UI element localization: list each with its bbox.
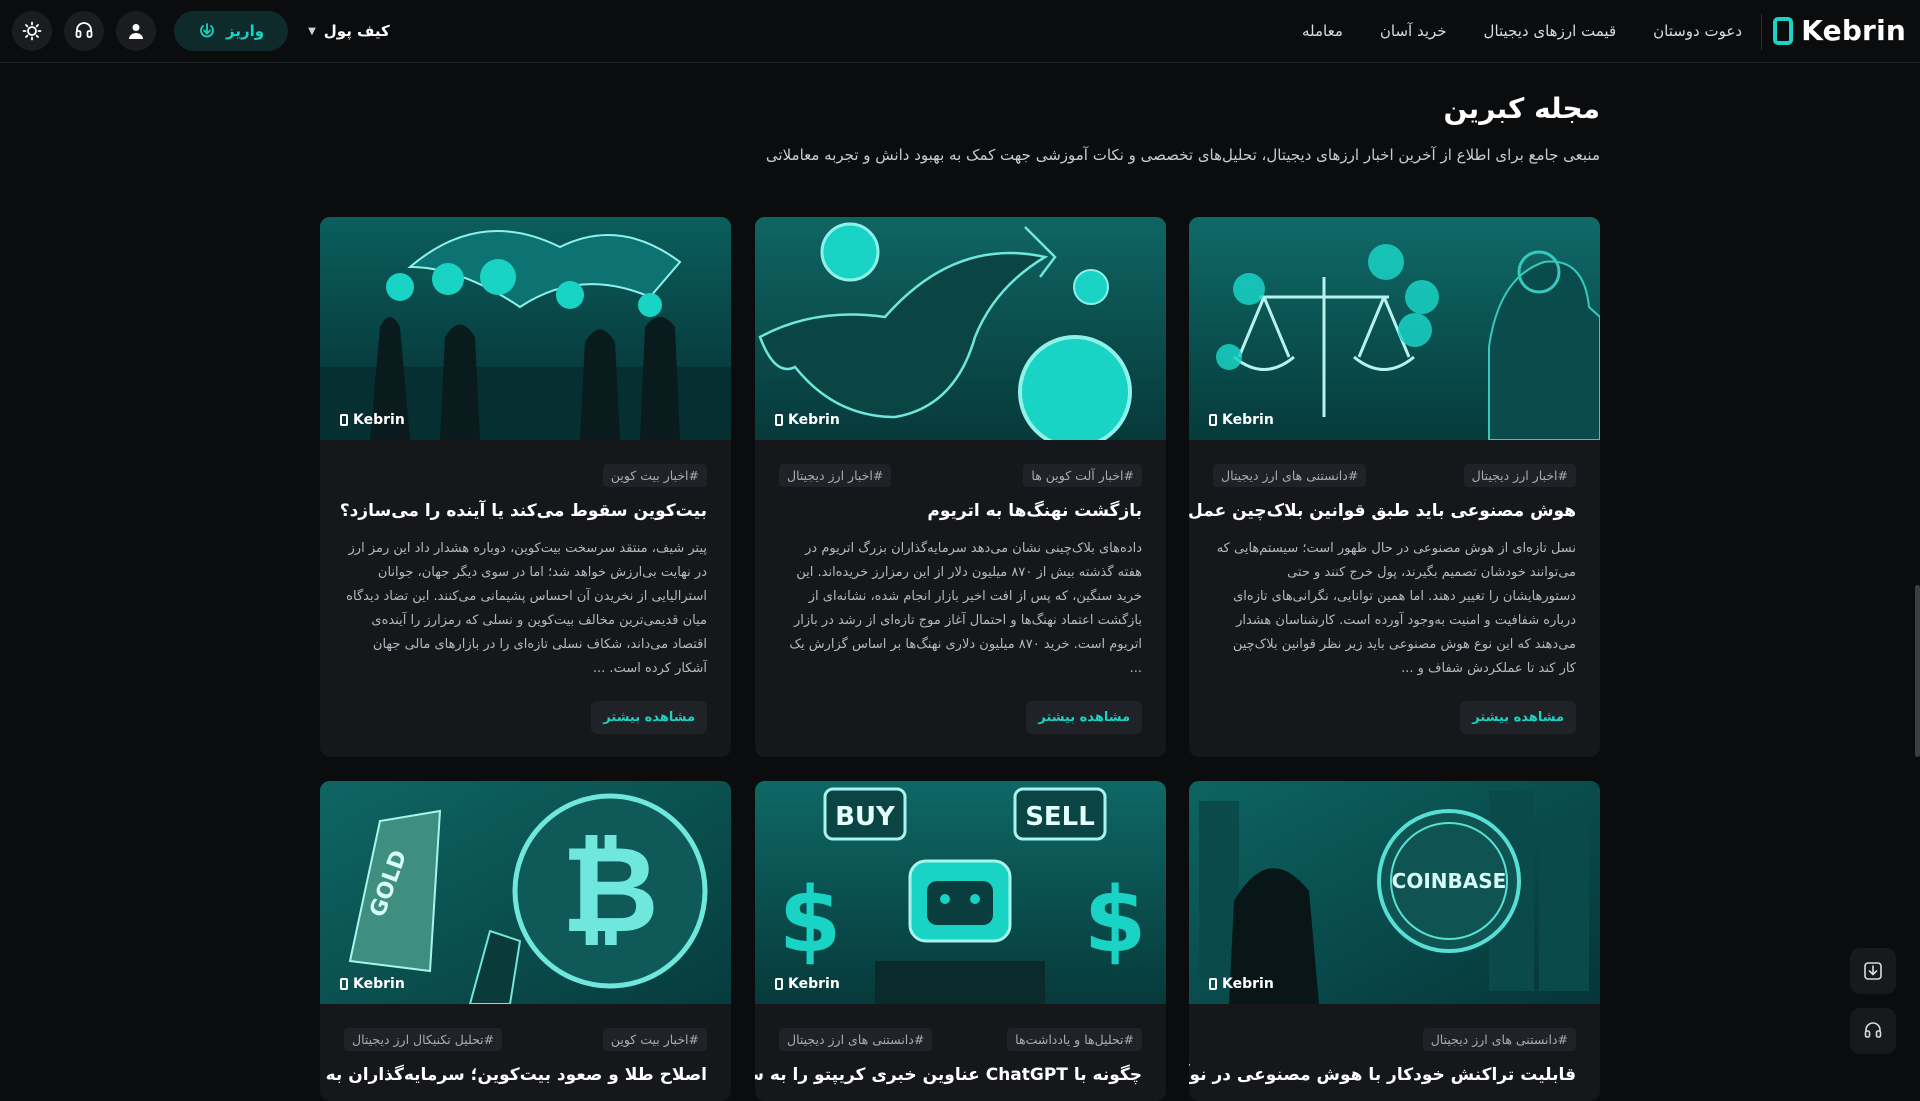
- article-card[interactable]: COINBASE Kebrin #دانستنی های ارز دیجیتال…: [1189, 781, 1600, 1101]
- article-card[interactable]: Kebrin #اخبار ارز دیجیتال #دانستنی های ا…: [1189, 217, 1600, 757]
- top-navigation-bar: Kebrin معامله خرید آسان قیمت ارزهای دیجی…: [0, 0, 1920, 63]
- main-nav: معامله خرید آسان قیمت ارزهای دیجیتال دعو…: [1302, 0, 1742, 62]
- article-excerpt: پیتر شیف، منتقد سرسخت بیت‌کوین، دوباره ه…: [346, 541, 707, 676]
- nav-divider: [1761, 14, 1762, 50]
- account-button[interactable]: [116, 11, 156, 51]
- read-more-button[interactable]: مشاهده بیشتر: [591, 701, 707, 734]
- article-image[interactable]: Kebrin: [1189, 217, 1600, 440]
- tag-list: #تحلیل‌ها و یادداشت‌ها #دانستنی های ارز …: [779, 1028, 1142, 1051]
- tag[interactable]: #اخبار ارز دیجیتال: [1463, 464, 1576, 487]
- svg-text:$: $: [779, 868, 842, 973]
- brand-mark-icon: [775, 414, 783, 426]
- download-icon: [200, 23, 214, 38]
- tag[interactable]: #دانستنی های ارز دیجیتال: [1422, 1028, 1576, 1051]
- tag-list: #دانستنی های ارز دیجیتال: [1213, 1028, 1576, 1051]
- article-image[interactable]: GOLD ₿ Kebrin: [320, 781, 731, 1004]
- article-image[interactable]: COINBASE Kebrin: [1189, 781, 1600, 1004]
- image-brand-text: Kebrin: [353, 976, 405, 992]
- image-brand-watermark: Kebrin: [775, 412, 840, 428]
- tag[interactable]: #دانستنی های ارز دیجیتال: [779, 1028, 933, 1051]
- image-brand-watermark: Kebrin: [775, 976, 840, 992]
- deposit-label: واریز: [226, 22, 265, 40]
- tag-list: #اخبار ارز دیجیتال #دانستنی های ارز دیجی…: [1213, 464, 1576, 487]
- user-icon: [129, 24, 143, 39]
- read-more-button[interactable]: مشاهده بیشتر: [1460, 701, 1576, 734]
- image-brand-watermark: Kebrin: [340, 976, 405, 992]
- image-brand-text: Kebrin: [788, 976, 840, 992]
- brand-mark-icon: [1209, 978, 1217, 990]
- tag[interactable]: #اخبار بیت کوین: [602, 464, 707, 487]
- buy-sign-text: BUY: [835, 802, 896, 832]
- logo-mark-icon: [1773, 16, 1794, 45]
- image-brand-watermark: Kebrin: [340, 412, 405, 428]
- article-title[interactable]: اصلاح طلا و صعود بیت‌کوین؛ سرمایه‌گذاران…: [320, 1065, 707, 1085]
- article-title[interactable]: بازگشت نهنگ‌ها به اتریوم: [779, 501, 1142, 521]
- deposit-button[interactable]: واریز: [174, 11, 289, 51]
- brand-mark-icon: [340, 978, 348, 990]
- image-brand-text: Kebrin: [1222, 412, 1274, 428]
- svg-text:₿: ₿: [561, 821, 659, 960]
- read-more-button[interactable]: مشاهده بیشتر: [1026, 701, 1142, 734]
- article-image[interactable]: Kebrin: [755, 217, 1166, 440]
- article-image[interactable]: Kebrin: [320, 217, 731, 440]
- image-brand-watermark: Kebrin: [1209, 976, 1274, 992]
- article-title[interactable]: چگونه با ChatGPT عناوین خبری کریپتو را ب…: [755, 1065, 1142, 1085]
- brand-mark-icon: [1209, 414, 1217, 426]
- image-brand-text: Kebrin: [353, 412, 405, 428]
- image-brand-text: Kebrin: [1222, 976, 1274, 992]
- header-controls: واریز کیف پول ▼: [12, 11, 390, 51]
- sell-sign-text: SELL: [1025, 802, 1095, 832]
- tag-list: #اخبار بیت کوین: [344, 464, 707, 487]
- tag[interactable]: #اخبار آلت کوین ها: [1023, 464, 1142, 487]
- tag[interactable]: #تحلیل‌ها و یادداشت‌ها: [1007, 1028, 1142, 1051]
- support-button[interactable]: [64, 11, 104, 51]
- tag[interactable]: #دانستنی های ارز دیجیتال: [1213, 464, 1367, 487]
- article-excerpt: نسل تازه‌ای از هوش مصنوعی در حال ظهور اس…: [1216, 541, 1576, 676]
- tag[interactable]: #اخبار بیت کوین: [602, 1028, 707, 1051]
- wallet-dropdown[interactable]: کیف پول ▼: [308, 22, 390, 40]
- tag[interactable]: #اخبار ارز دیجیتال: [779, 464, 892, 487]
- article-image[interactable]: BUY SELL $ $ Kebrin: [755, 781, 1166, 1004]
- headset-icon: [75, 22, 93, 38]
- svg-text:$: $: [1084, 868, 1147, 973]
- article-title[interactable]: بیت‌کوین سقوط می‌کند یا آینده را می‌سازد…: [340, 501, 707, 521]
- wallet-label: کیف پول: [323, 22, 390, 40]
- article-card[interactable]: GOLD ₿ Kebrin #اخبار بیت کوین #تحلیل تکن…: [320, 781, 731, 1101]
- article-excerpt: داده‌های بلاک‌چینی نشان می‌دهد سرمایه‌گذ…: [789, 541, 1142, 676]
- tag-list: #اخبار بیت کوین #تحلیل تکنیکال ارز دیجیت…: [344, 1028, 707, 1051]
- app-download-button[interactable]: [1850, 948, 1896, 994]
- page-title: مجله کبرین: [1443, 92, 1600, 125]
- article-card[interactable]: Kebrin #اخبار بیت کوین بیت‌کوین سقوط می‌…: [320, 217, 731, 757]
- brand-logo[interactable]: Kebrin: [1773, 14, 1906, 47]
- headset-icon: [1864, 1022, 1882, 1038]
- image-brand-text: Kebrin: [788, 412, 840, 428]
- image-brand-watermark: Kebrin: [1209, 412, 1274, 428]
- brand-mark-icon: [775, 978, 783, 990]
- page-subtitle: منبعی جامع برای اطلاع از آخرین اخبار ارز…: [765, 146, 1600, 164]
- scrollbar-thumb[interactable]: [1915, 585, 1920, 757]
- nav-item-easy-buy[interactable]: خرید آسان: [1380, 22, 1447, 40]
- floating-support-button[interactable]: [1850, 1008, 1896, 1054]
- nav-item-crypto-prices[interactable]: قیمت ارزهای دیجیتال: [1484, 22, 1617, 40]
- tag-list: #اخبار آلت کوین ها #اخبار ارز دیجیتال: [779, 464, 1142, 487]
- article-card[interactable]: Kebrin #اخبار آلت کوین ها #اخبار ارز دیج…: [755, 217, 1166, 757]
- tag[interactable]: #تحلیل تکنیکال ارز دیجیتال: [344, 1028, 503, 1051]
- sun-icon: [22, 21, 42, 41]
- caret-down-icon: ▼: [308, 25, 316, 37]
- article-title[interactable]: قابلیت تراکنش خودکار با هوش مصنوعی در نو…: [1189, 1065, 1576, 1085]
- brand-name: Kebrin: [1801, 14, 1906, 47]
- nav-item-invite-friends[interactable]: دعوت دوستان: [1653, 22, 1742, 40]
- article-card[interactable]: BUY SELL $ $ Kebrin #تحلیل‌ها و یادداشت‌…: [755, 781, 1166, 1101]
- article-title[interactable]: هوش مصنوعی باید طبق قوانین بلاک‌چین عمل …: [1189, 501, 1576, 521]
- brand-mark-icon: [340, 414, 348, 426]
- download-app-icon: [1864, 962, 1882, 980]
- nav-item-trade[interactable]: معامله: [1302, 22, 1343, 40]
- theme-toggle-button[interactable]: [12, 11, 52, 51]
- coinbase-coin-text: COINBASE: [1392, 869, 1507, 893]
- page-scrollbar[interactable]: [1914, 63, 1920, 1080]
